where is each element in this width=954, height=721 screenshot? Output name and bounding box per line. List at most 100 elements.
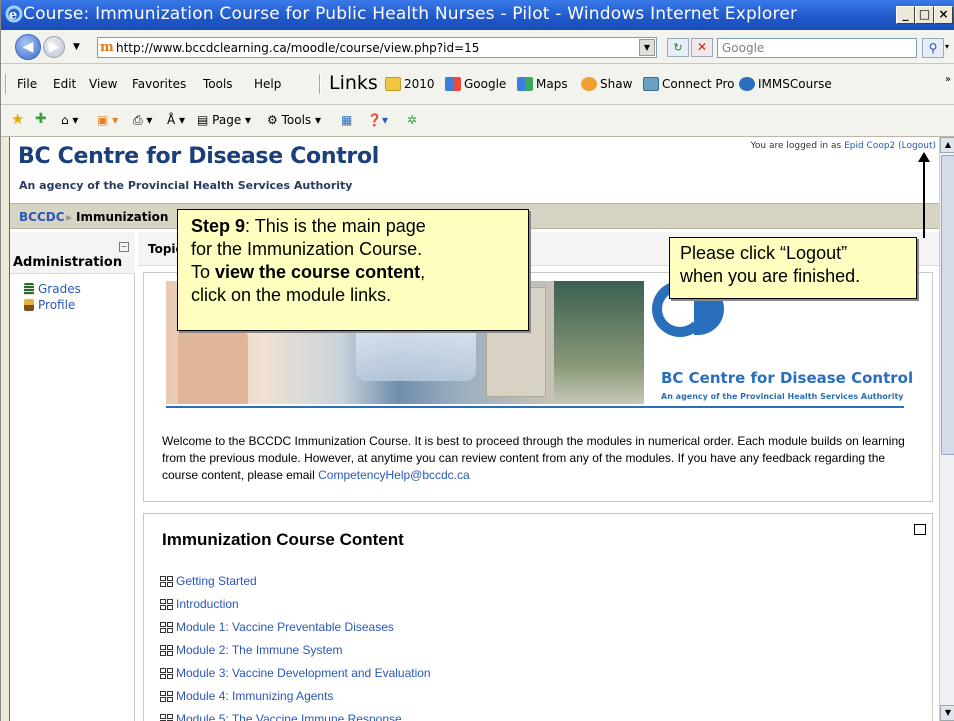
show-only-topic-icon[interactable]	[914, 524, 926, 535]
refresh-icon: ↻	[673, 41, 683, 54]
logout-callout: Please click “Logout” when you are finis…	[669, 237, 917, 299]
url-dropdown-button[interactable]: ▼	[639, 39, 655, 56]
email-link[interactable]: CompetencyHelp@bccdc.ca	[318, 468, 470, 482]
search-button[interactable]: ⚲	[922, 38, 944, 58]
module-link[interactable]: Introduction	[160, 597, 239, 611]
messenger-icon[interactable]: ✲	[407, 113, 417, 127]
history-dropdown-icon[interactable]: ▼	[73, 42, 80, 52]
logout-link[interactable]: (Logout)	[898, 141, 936, 151]
step-callout: Step 9: This is the main page for the Im…	[177, 209, 529, 331]
scroll-down-icon[interactable]: ▼	[940, 705, 954, 721]
module-link[interactable]: Module 5: The Vaccine Immune Response	[160, 712, 402, 721]
module-link-label: Introduction	[176, 597, 239, 611]
close-button[interactable]: ×	[934, 6, 953, 24]
vertical-scrollbar[interactable]: ▲ ▼	[939, 137, 954, 721]
back-arrow-icon: ◀	[22, 39, 34, 55]
toolbar-grip	[5, 74, 7, 94]
menu-separator	[319, 74, 321, 94]
administration-block: − Administration Grades Profile	[10, 232, 135, 721]
more-links-chevron-icon[interactable]: »	[945, 74, 951, 85]
callout-arrow-line	[923, 160, 925, 238]
link-immscourse[interactable]: IMMSCourse	[739, 77, 832, 91]
logout-line-1: Please click “Logout”	[680, 243, 848, 263]
banner-org-name: BC Centre for Disease Control	[661, 369, 914, 387]
callout-arrow-icon	[918, 152, 930, 162]
feeds-icon[interactable]: ▣ ▾	[97, 113, 118, 127]
module-link-label: Module 4: Immunizing Agents	[176, 689, 334, 703]
translate-icon[interactable]: Å ▾	[167, 113, 185, 127]
module-link-label: Module 5: The Vaccine Immune Response	[176, 712, 402, 721]
link-google[interactable]: Google	[445, 77, 506, 91]
link-connect-pro[interactable]: Connect Pro	[643, 77, 734, 91]
menu-favorites[interactable]: Favorites	[132, 77, 186, 91]
step-line-3a: To	[191, 262, 216, 282]
module-link-icon	[160, 690, 173, 702]
add-favorites-icon[interactable]: ✚	[35, 111, 47, 127]
site-header: BC Centre for Disease Control An agency …	[10, 137, 939, 201]
refresh-button[interactable]: ↻	[667, 38, 689, 57]
module-link-icon	[160, 667, 173, 679]
forward-button[interactable]: ▶	[43, 36, 65, 58]
shaw-icon	[581, 77, 597, 91]
module-link[interactable]: Module 4: Immunizing Agents	[160, 689, 333, 703]
site-subtitle: An agency of the Provincial Health Servi…	[19, 179, 353, 192]
minimize-button[interactable]: _	[896, 6, 915, 24]
help-icon[interactable]: ❓▾	[367, 113, 388, 127]
menu-file[interactable]: File	[17, 77, 37, 91]
browser-window: e Course: Immunization Course for Public…	[0, 0, 954, 721]
moodle-favicon-icon: m	[100, 40, 114, 55]
course-content-title: Immunization Course Content	[162, 530, 404, 549]
stop-icon: ✕	[696, 40, 708, 54]
banner-rule	[166, 406, 904, 408]
login-info: You are logged in as Epid Coop2 (Logout)	[751, 141, 936, 151]
menu-tools[interactable]: Tools	[203, 77, 233, 91]
collapse-icon[interactable]: −	[119, 242, 129, 252]
search-input[interactable]: Google	[717, 38, 917, 58]
admin-item-profile[interactable]: Profile	[24, 298, 75, 312]
home-icon[interactable]: ⌂ ▾	[61, 113, 78, 127]
link-shaw[interactable]: Shaw	[581, 77, 632, 91]
welcome-text: Welcome to the BCCDC Immunization Course…	[162, 433, 922, 484]
scroll-thumb[interactable]	[941, 155, 954, 455]
module-link-label: Module 3: Vaccine Development and Evalua…	[176, 666, 431, 680]
page-menu[interactable]: ▤ Page ▾	[197, 113, 251, 127]
link-maps[interactable]: Maps	[517, 77, 568, 91]
url-field[interactable]: m http://www.bccdclearning.ca/moodle/cou…	[97, 37, 657, 58]
link-2010[interactable]: 2010	[385, 77, 435, 91]
search-options-icon[interactable]: ▾	[945, 38, 954, 58]
module-link[interactable]: Module 1: Vaccine Preventable Diseases	[160, 620, 394, 634]
menu-edit[interactable]: Edit	[53, 77, 76, 91]
step-line-3c: ,	[420, 262, 426, 282]
menu-view[interactable]: View	[89, 77, 117, 91]
breadcrumb-root[interactable]: BCCDC	[19, 210, 65, 224]
ie-page-icon	[739, 77, 755, 91]
print-icon[interactable]: ⎙ ▾	[133, 113, 152, 128]
back-button[interactable]: ◀	[15, 34, 41, 60]
module-link[interactable]: Module 2: The Immune System	[160, 643, 343, 657]
favorites-star-icon[interactable]: ★	[11, 110, 24, 128]
window-title: Course: Immunization Course for Public H…	[23, 4, 798, 24]
scroll-up-icon[interactable]: ▲	[940, 137, 954, 153]
research-icon[interactable]: ▦	[341, 113, 352, 127]
step-line-1: : This is the main page	[245, 216, 426, 236]
maximize-button[interactable]: □	[915, 6, 934, 24]
module-link[interactable]: Getting Started	[160, 574, 257, 588]
search-icon: ⚲	[928, 41, 938, 55]
menu-help[interactable]: Help	[254, 77, 281, 91]
step-line-4: click on the module links.	[191, 285, 392, 305]
step-label: Step 9	[191, 216, 246, 236]
tools-gear-icon: ⚙	[267, 113, 278, 127]
stop-button[interactable]: ✕	[691, 38, 713, 57]
folder-icon	[385, 77, 401, 91]
url-text: http://www.bccdclearning.ca/moodle/cours…	[116, 41, 480, 55]
welcome-paragraph: Welcome to the BCCDC Immunization Course…	[162, 434, 905, 482]
admin-block-title: Administration	[13, 255, 123, 270]
admin-item-grades[interactable]: Grades	[24, 282, 81, 296]
banner-building-image	[554, 281, 644, 404]
step-line-3b: view the course content	[215, 262, 421, 282]
module-link[interactable]: Module 3: Vaccine Development and Evalua…	[160, 666, 431, 680]
module-link-label: Getting Started	[176, 574, 257, 588]
address-bar: ◀ ▶ ▼ m http://www.bccdclearning.ca/mood…	[1, 30, 954, 64]
user-link[interactable]: Epid Coop2	[844, 141, 895, 151]
tools-menu[interactable]: ⚙ Tools ▾	[267, 113, 321, 127]
